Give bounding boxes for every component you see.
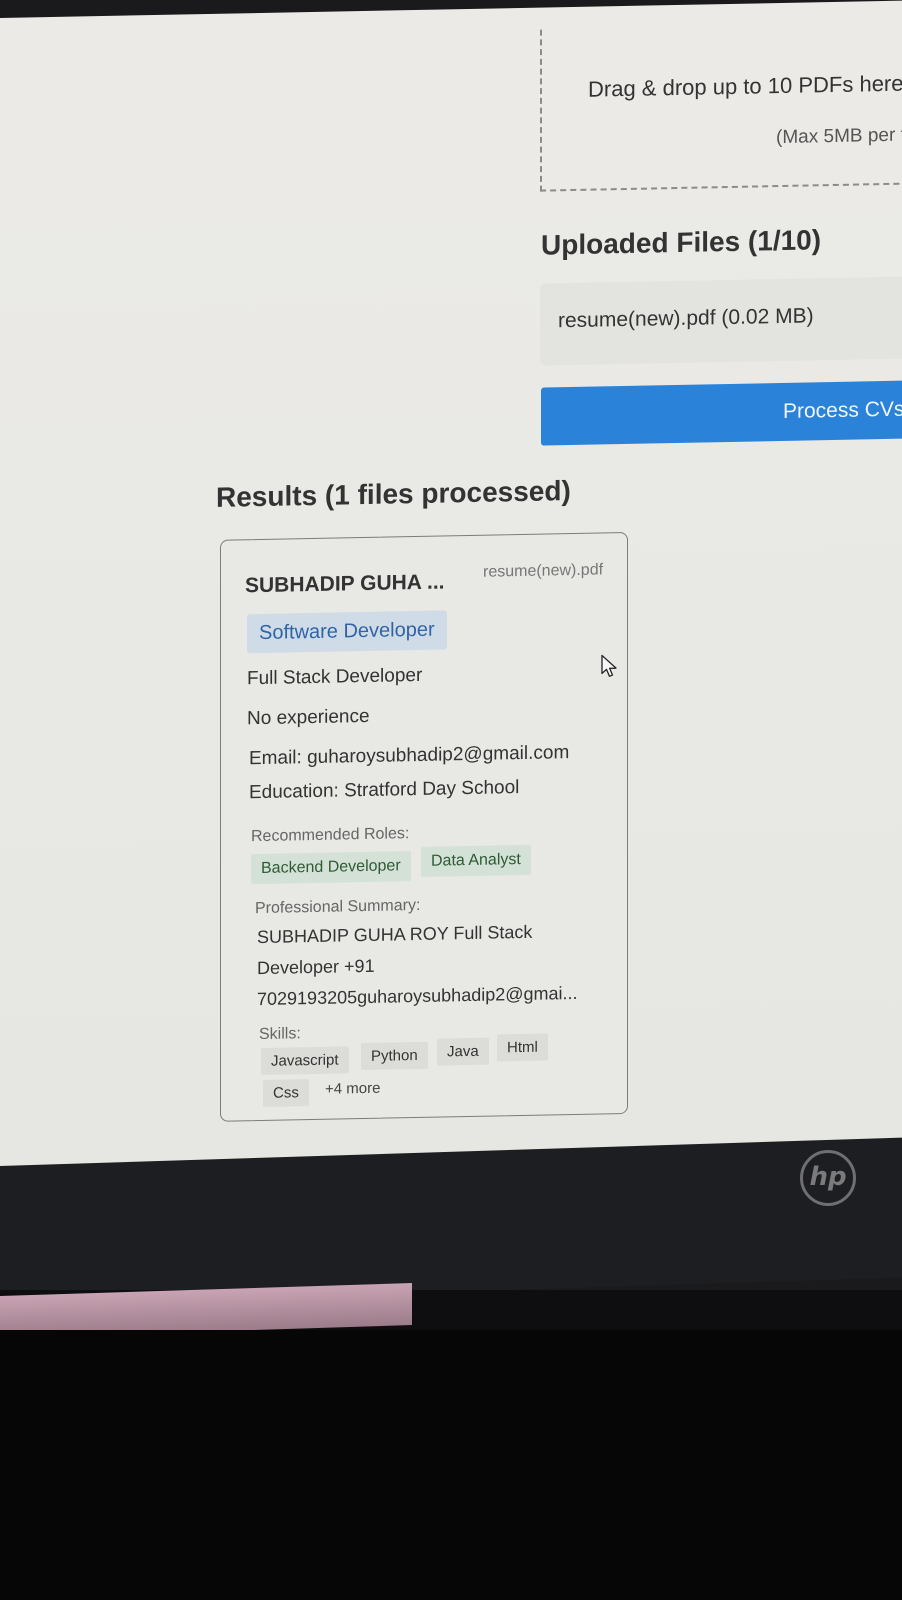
recommended-roles-label: Recommended Roles: (251, 825, 410, 846)
recommended-role-badge: Backend Developer (251, 851, 411, 885)
process-cvs-button[interactable]: Process CVs (541, 379, 902, 446)
candidate-title: Full Stack Developer (247, 664, 423, 690)
skill-tag: Java (437, 1037, 489, 1066)
professional-summary-label: Professional Summary: (255, 896, 421, 918)
skill-tag: Html (497, 1033, 548, 1062)
candidate-name: SUBHADIP GUHA ... (245, 570, 445, 598)
skill-tag: Css (263, 1079, 309, 1107)
uploaded-file-item: resume(new).pdf (0.02 MB) (540, 275, 902, 366)
candidate-experience: No experience (247, 705, 370, 730)
candidate-education: Education: Stratford Day School (249, 777, 520, 804)
drop-zone-title: Drag & drop up to 10 PDFs here (588, 70, 902, 102)
skill-tag: Python (361, 1041, 428, 1071)
pdf-drop-zone[interactable]: Drag & drop up to 10 PDFs here (Max 5MB … (540, 21, 902, 192)
uploaded-file-label: resume(new).pdf (0.02 MB) (558, 304, 814, 333)
skills-more-count[interactable]: +4 more (325, 1080, 380, 1098)
hp-logo-icon: hp (800, 1150, 856, 1206)
candidate-email: Email: guharoysubhadip2@gmail.com (249, 742, 570, 770)
professional-summary-text: SUBHADIP GUHA ROY Full Stack Developer +… (257, 921, 578, 1010)
card-file-name: resume(new).pdf (483, 561, 604, 581)
results-heading: Results (1 files processed) (216, 475, 571, 513)
result-card: SUBHADIP GUHA ... resume(new).pdf Softwa… (220, 531, 628, 1122)
drop-zone-subtitle: (Max 5MB per f (776, 124, 902, 149)
monitor-stand (0, 1330, 902, 1600)
role-badge: Software Developer (247, 610, 447, 654)
mouse-pointer-icon (601, 654, 617, 677)
skill-tag: Javascript (261, 1046, 349, 1075)
uploaded-files-heading: Uploaded Files (1/10) (541, 224, 822, 261)
browser-screen: Drag & drop up to 10 PDFs here (Max 5MB … (0, 0, 902, 1179)
monitor-bezel (0, 1137, 902, 1306)
skills-label: Skills: (259, 1025, 301, 1044)
recommended-role-badge: Data Analyst (421, 844, 531, 877)
